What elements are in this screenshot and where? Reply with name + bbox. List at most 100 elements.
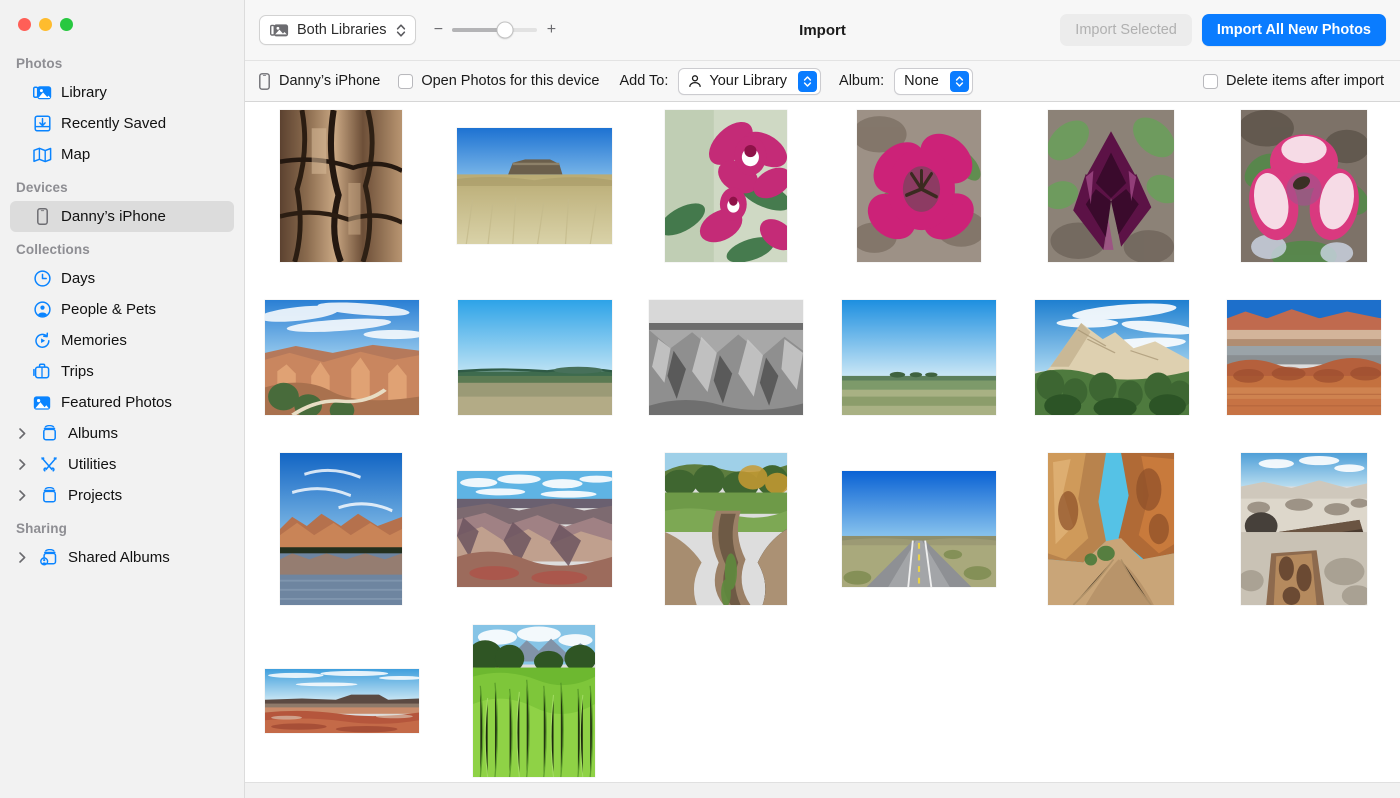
chevron-up-down-icon[interactable]	[949, 70, 969, 92]
chevron-right-icon[interactable]	[14, 552, 30, 563]
pink-orchid-cluster-image	[665, 110, 787, 262]
import-options-bar: Danny’s iPhone Open Photos for this devi…	[245, 61, 1400, 102]
slider-thumb[interactable]	[496, 21, 514, 39]
slot-canyon-dirt-road-image	[1048, 453, 1174, 605]
sidebar-item-library[interactable]: Library	[10, 77, 234, 108]
featured-photo-icon	[32, 393, 52, 413]
sidebar-item-label: Albums	[68, 425, 119, 442]
device-indicator: Danny’s iPhone	[259, 72, 380, 90]
add-to-value: Your Library	[709, 73, 788, 89]
sidebar-item-label: Shared Albums	[68, 549, 170, 566]
photo-thumbnail[interactable]	[1048, 453, 1174, 605]
memories-icon	[32, 331, 52, 351]
chevron-up-down-icon[interactable]	[396, 23, 406, 38]
badlands-black-and-white-image	[649, 300, 803, 415]
photo-thumbnail[interactable]	[649, 300, 803, 415]
green-field-horizon-image	[842, 300, 996, 415]
import-all-new-photos-button[interactable]: Import All New Photos	[1201, 14, 1386, 46]
photo-thumbnail[interactable]	[842, 471, 996, 587]
shared-album-icon	[39, 548, 59, 568]
sidebar-item-featured-photos[interactable]: Featured Photos	[10, 387, 234, 418]
open-prairie-blue-sky-image	[458, 300, 612, 415]
window-controls	[0, 0, 244, 46]
photo-grid-scroll-area[interactable]	[245, 102, 1400, 782]
photo-thumbnail[interactable]	[457, 471, 612, 587]
thumbnail-size-slider[interactable]	[452, 21, 538, 39]
photo-thumbnail[interactable]	[1035, 300, 1189, 415]
tall-green-grass-meadow-image	[473, 625, 595, 777]
photo-thumbnail[interactable]	[665, 453, 787, 605]
sidebar-item-label: Map	[61, 146, 91, 163]
sidebar-item-shared-albums[interactable]: Shared Albums	[10, 542, 234, 573]
delete-after-import-label: Delete items after import	[1226, 73, 1384, 89]
photo-thumbnail[interactable]	[280, 453, 402, 605]
grassland-butte-image	[457, 128, 612, 244]
sidebar-item-memories[interactable]: Memories	[10, 325, 234, 356]
photo-thumbnail[interactable]	[1241, 453, 1367, 605]
zoom-button[interactable]	[60, 18, 73, 31]
minimize-button[interactable]	[39, 18, 52, 31]
muddy-creek-autumn-image	[665, 453, 787, 605]
library-scope-popup[interactable]: Both Libraries	[259, 15, 417, 45]
delete-after-import-checkbox[interactable]	[1203, 73, 1219, 89]
sidebar-item-label: Projects	[68, 487, 123, 504]
open-photos-option[interactable]: Open Photos for this device	[398, 73, 599, 89]
sidebar-item-trips[interactable]: Trips	[10, 356, 234, 387]
map-icon	[32, 145, 52, 165]
sidebar-item-map[interactable]: Map	[10, 139, 234, 170]
sidebar-item-people-and-pets[interactable]: People & Pets	[10, 294, 234, 325]
zoom-out-icon[interactable]: −	[433, 22, 443, 38]
photo-thumbnail[interactable]	[280, 110, 402, 262]
photo-thumbnail[interactable]	[265, 669, 419, 733]
zion-checkerboard-mesa-image	[1035, 300, 1189, 415]
chevron-right-icon[interactable]	[14, 428, 30, 439]
library-scope-label: Both Libraries	[297, 22, 387, 38]
add-to-label: Add To:	[619, 73, 669, 89]
sidebar-item-label: Recently Saved	[61, 115, 167, 132]
library-icon	[32, 83, 52, 103]
grand-canyon-overlook-image	[457, 471, 612, 587]
sidebar-item-recently-saved[interactable]: Recently Saved	[10, 108, 234, 139]
album-popup[interactable]: None	[894, 67, 973, 95]
empty-highway-plains-image	[842, 471, 996, 587]
photo-thumbnail[interactable]	[1227, 300, 1381, 415]
iphone-icon	[259, 72, 270, 90]
magenta-tulip-open-image	[857, 110, 981, 262]
import-selected-button[interactable]: Import Selected	[1060, 14, 1192, 46]
pink-white-tulip-bee-image	[1241, 110, 1367, 262]
suitcase-icon	[32, 362, 52, 382]
sidebar-item-projects[interactable]: Projects	[10, 480, 234, 511]
chevron-right-icon[interactable]	[14, 459, 30, 470]
sidebar-item-label: Days	[61, 270, 96, 287]
photo-thumbnail[interactable]	[1241, 110, 1367, 262]
thumbnail-size-slider-group: − +	[433, 21, 556, 39]
sidebar: Photos Library Recently Saved Map Device…	[0, 0, 245, 798]
photo-thumbnail[interactable]	[458, 300, 612, 415]
delete-after-import-option[interactable]: Delete items after import	[1203, 73, 1384, 89]
photo-thumbnail[interactable]	[857, 110, 981, 262]
photo-thumbnail[interactable]	[842, 300, 996, 415]
album-label: Album:	[839, 73, 885, 89]
zoom-in-icon[interactable]: +	[546, 22, 556, 38]
tree-bark-closeup-image	[280, 110, 402, 262]
photo-thumbnail[interactable]	[1048, 110, 1174, 262]
photo-thumbnail[interactable]	[457, 128, 612, 244]
photo-thumbnail[interactable]	[265, 300, 419, 415]
recently-saved-icon	[32, 114, 52, 134]
sidebar-section-collections: Collections	[16, 242, 90, 257]
status-bar	[245, 782, 1400, 798]
photo-thumbnail[interactable]	[665, 110, 787, 262]
sidebar-item-utilities[interactable]: Utilities	[10, 449, 234, 480]
sidebar-item-dannys-iphone[interactable]: Danny’s iPhone	[10, 201, 234, 232]
open-photos-checkbox[interactable]	[398, 73, 414, 89]
close-button[interactable]	[18, 18, 31, 31]
chevron-right-icon[interactable]	[14, 490, 30, 501]
add-to-popup[interactable]: Your Library	[678, 67, 822, 95]
sidebar-item-label: People & Pets	[61, 301, 157, 318]
sidebar-item-days[interactable]: Days	[10, 263, 234, 294]
sidebar-item-albums[interactable]: Albums	[10, 418, 234, 449]
photo-thumbnail[interactable]	[473, 625, 595, 777]
person-icon	[688, 74, 702, 88]
chevron-up-down-icon[interactable]	[798, 70, 818, 92]
toolbar-actions: Import Selected Import All New Photos	[1060, 14, 1386, 46]
